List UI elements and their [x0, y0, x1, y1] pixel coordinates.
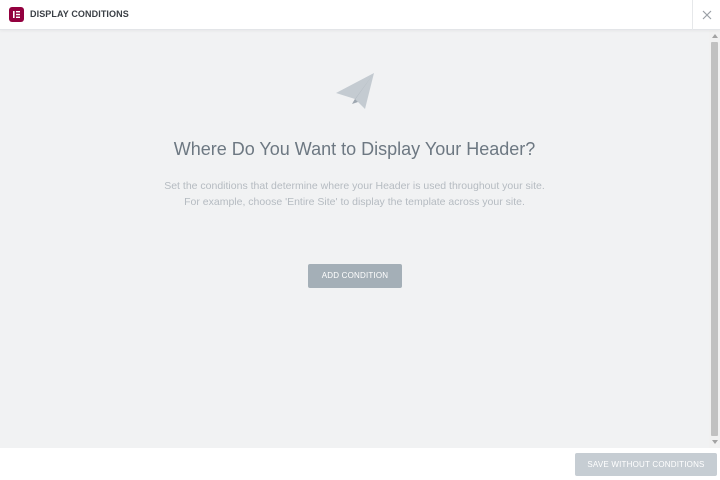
close-icon[interactable]: [700, 8, 714, 22]
description-line-1: Set the conditions that determine where …: [164, 180, 545, 192]
page-heading: Where Do You Want to Display Your Header…: [173, 139, 536, 159]
elementor-logo-icon: [9, 7, 24, 22]
scrollbar[interactable]: [709, 30, 720, 448]
add-condition-button[interactable]: ADD CONDITION: [308, 264, 402, 288]
modal-title: DISPLAY CONDITIONS: [30, 9, 129, 19]
modal-header: DISPLAY CONDITIONS: [0, 0, 720, 30]
paper-plane-icon: [335, 72, 375, 112]
scroll-down-arrow-icon[interactable]: [712, 440, 718, 444]
save-without-conditions-button[interactable]: SAVE WITHOUT CONDITIONS: [575, 453, 717, 476]
scrollbar-thumb[interactable]: [711, 42, 718, 436]
modal-content: Where Do You Want to Display Your Header…: [0, 30, 709, 448]
scroll-up-arrow-icon[interactable]: [712, 34, 718, 38]
modal-footer: SAVE WITHOUT CONDITIONS: [0, 448, 720, 480]
description: Set the conditions that determine where …: [0, 178, 709, 210]
header-divider: [692, 0, 693, 30]
description-line-2: For example, choose 'Entire Site' to dis…: [184, 196, 525, 208]
